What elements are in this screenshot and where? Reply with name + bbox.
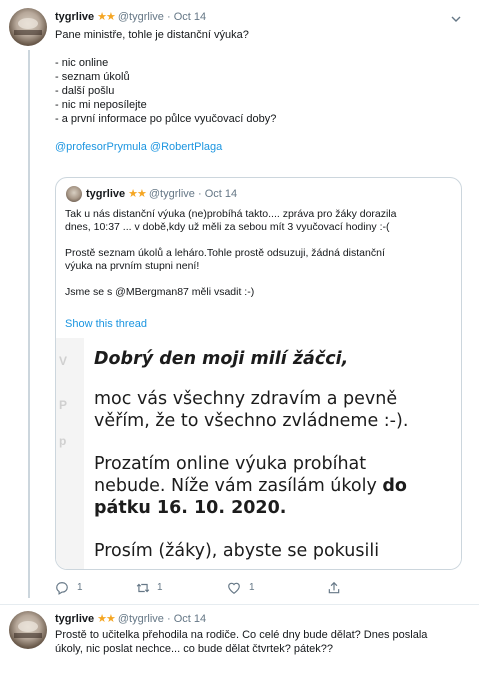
tweet-line xyxy=(55,42,455,56)
like-count: 1 xyxy=(249,582,255,593)
separator-dot: · xyxy=(197,188,202,200)
quoted-line: dnes, 10:37 ... v době,kdy už měli za se… xyxy=(65,221,390,233)
avatar[interactable] xyxy=(9,8,47,46)
avatar[interactable] xyxy=(9,611,47,649)
share-icon xyxy=(328,581,340,594)
display-name[interactable]: tygrlive xyxy=(55,613,94,625)
tweet-line: - seznam úkolů xyxy=(55,71,130,83)
tweet-line: Prostě to učitelka přehodila na rodiče. … xyxy=(55,629,428,641)
tweet[interactable]: tygrlive ★★ @tygrlive · Oct 14 Pane minist… xyxy=(0,0,479,605)
stars-icon: ★★ xyxy=(97,613,116,625)
stars-icon: ★★ xyxy=(97,11,116,23)
thread-line xyxy=(28,50,30,598)
tweet-line: - a první informace po půlce vyučovací d… xyxy=(55,113,277,125)
quoted-text: Tak u nás distanční výuka (ne)probíhá ta… xyxy=(65,208,455,299)
timestamp[interactable]: Oct 14 xyxy=(174,613,206,625)
image-text-line: nebude. Níže vám zasílám úkoly do xyxy=(94,476,407,496)
separator-dot: · xyxy=(166,11,171,23)
chevron-down-icon[interactable] xyxy=(451,14,461,24)
mentions-link[interactable]: @profesorPrymula @RobertPlaga xyxy=(55,140,455,154)
quoted-line: výuka na prvním stupni není! xyxy=(65,260,200,272)
retweet-icon xyxy=(136,583,150,593)
quoted-display-name: tygrlive xyxy=(86,188,126,200)
action-bar: 1 1 1 xyxy=(55,580,455,596)
quoted-line: Prostě seznam úkolů a leháro.Tohle prost… xyxy=(65,247,385,259)
image-text-line: věřím, že to všechno zvládneme :-). xyxy=(94,411,409,431)
quoted-avatar xyxy=(66,186,82,202)
tweet-text: Pane ministře, tohle je distanční výuka?… xyxy=(55,28,455,154)
image-text-line: moc vás všechny zdravím a pevně xyxy=(94,389,398,409)
tweet-header: tygrlive ★★ @tygrlive · Oct 14 xyxy=(55,612,206,625)
ghost-letter: P xyxy=(59,398,68,412)
tweet-header: tygrlive ★★ @tygrlive · Oct 14 xyxy=(55,10,206,23)
quoted-line: Jsme se s @MBergman87 měli vsadit :-) xyxy=(65,286,255,298)
tweet-line: - nic online xyxy=(55,57,109,69)
show-thread-link[interactable]: Show this thread xyxy=(65,318,147,330)
image-text-line: pátku 16. 10. 2020. xyxy=(94,498,287,518)
image-text-line: Prosím (žáky), abyste se pokusili xyxy=(94,541,380,561)
ghost-letter: p xyxy=(59,434,67,448)
tweet-line: - další pošlu xyxy=(55,85,115,97)
quoted-handle: @tygrlive xyxy=(148,188,195,200)
handle[interactable]: @tygrlive xyxy=(118,613,164,625)
display-name[interactable]: tygrlive xyxy=(55,11,94,23)
reply-count: 1 xyxy=(77,582,83,593)
handle[interactable]: @tygrlive xyxy=(118,11,164,23)
quoted-line xyxy=(65,273,455,286)
ghost-letter: V xyxy=(59,354,68,368)
stars-icon: ★★ xyxy=(128,188,147,200)
tweet[interactable]: tygrlive ★★ @tygrlive · Oct 14 Prostě to u… xyxy=(0,605,479,684)
retweet-count: 1 xyxy=(157,582,163,593)
quoted-tweet[interactable]: tygrlive ★★ @tygrlive · Oct 14 Tak u nás d… xyxy=(55,177,462,570)
quoted-timestamp: Oct 14 xyxy=(204,188,238,200)
like-icon xyxy=(228,582,240,594)
image-text-line: Dobrý den moji milí žáčci, xyxy=(94,349,349,369)
tweet-line: - nic mi neposílejte xyxy=(55,99,147,111)
quoted-header: tygrlive ★★ @tygrlive · Oct 14 xyxy=(86,187,237,200)
quoted-line: Tak u nás distanční výuka (ne)probíhá ta… xyxy=(65,208,397,220)
separator-dot: · xyxy=(166,613,171,625)
quoted-line xyxy=(65,234,455,247)
tweet-text: Prostě to učitelka přehodila na rodiče. … xyxy=(55,628,465,656)
tweet-line: Pane ministře, tohle je distanční výuka? xyxy=(55,29,249,41)
tweet-line xyxy=(55,126,455,140)
image-edge: V P p xyxy=(56,338,84,569)
tweet-line: úkoly, nic poslat nechce... co bude děla… xyxy=(55,643,334,655)
reply-icon xyxy=(56,582,68,595)
quoted-image[interactable]: V P p Dobrý den moji milí žáčci, moc vás… xyxy=(56,338,461,569)
timestamp[interactable]: Oct 14 xyxy=(174,11,206,23)
image-text-line: Prozatím online výuka probíhat xyxy=(94,454,367,474)
